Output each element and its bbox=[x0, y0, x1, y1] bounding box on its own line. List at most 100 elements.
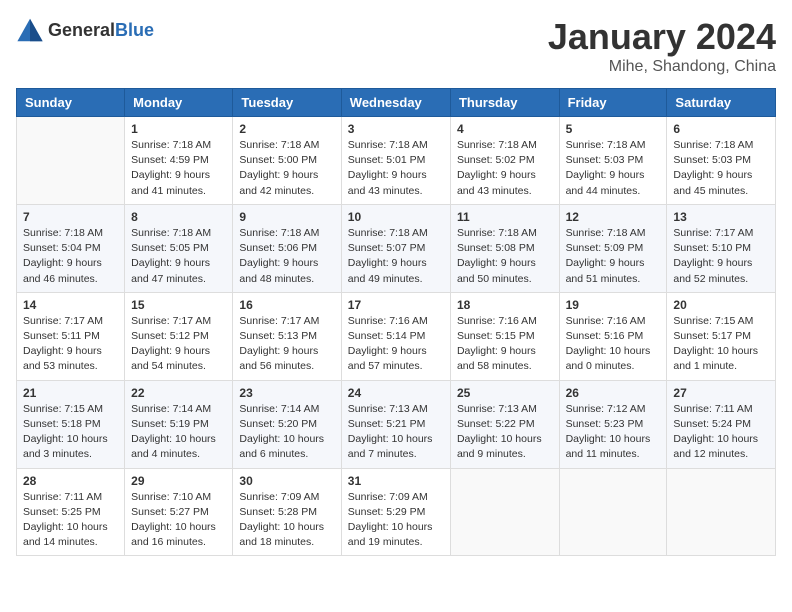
weekday-header-tuesday: Tuesday bbox=[233, 89, 341, 117]
day-info: Sunrise: 7:18 AM Sunset: 5:07 PM Dayligh… bbox=[348, 226, 444, 287]
day-number: 22 bbox=[131, 386, 226, 400]
calendar-cell: 10 Sunrise: 7:18 AM Sunset: 5:07 PM Dayli… bbox=[341, 204, 450, 292]
calendar-table: SundayMondayTuesdayWednesdayThursdayFrid… bbox=[16, 88, 776, 556]
page-header: GeneralBlue January 2024 Mihe, Shandong,… bbox=[16, 16, 776, 76]
day-info: Sunrise: 7:18 AM Sunset: 5:01 PM Dayligh… bbox=[348, 138, 444, 199]
day-number: 17 bbox=[348, 298, 444, 312]
weekday-header-wednesday: Wednesday bbox=[341, 89, 450, 117]
day-number: 10 bbox=[348, 210, 444, 224]
calendar-week-row: 1Sunrise: 7:18 AM Sunset: 4:59 PM Daylig… bbox=[17, 117, 776, 205]
day-info: Sunrise: 7:14 AM Sunset: 5:19 PM Dayligh… bbox=[131, 402, 226, 463]
calendar-cell: 20Sunrise: 7:15 AM Sunset: 5:17 PM Dayli… bbox=[667, 292, 776, 380]
day-info: Sunrise: 7:18 AM Sunset: 5:08 PM Dayligh… bbox=[457, 226, 553, 287]
title-block: January 2024 Mihe, Shandong, China bbox=[548, 16, 776, 76]
day-info: Sunrise: 7:18 AM Sunset: 5:03 PM Dayligh… bbox=[566, 138, 661, 199]
calendar-cell: 31Sunrise: 7:09 AM Sunset: 5:29 PM Dayli… bbox=[341, 468, 450, 556]
calendar-cell: 24Sunrise: 7:13 AM Sunset: 5:21 PM Dayli… bbox=[341, 380, 450, 468]
month-title: January 2024 bbox=[548, 16, 776, 58]
calendar-cell bbox=[450, 468, 559, 556]
calendar-cell: 23 Sunrise: 7:14 AM Sunset: 5:20 PM Dayli… bbox=[233, 380, 341, 468]
calendar-cell: 21 Sunrise: 7:15 AM Sunset: 5:18 PM Dayli… bbox=[17, 380, 125, 468]
calendar-cell: 7 Sunrise: 7:18 AM Sunset: 5:04 PM Daylig… bbox=[17, 204, 125, 292]
calendar-week-row: 28 Sunrise: 7:11 AM Sunset: 5:25 PM Dayli… bbox=[17, 468, 776, 556]
calendar-cell: 28 Sunrise: 7:11 AM Sunset: 5:25 PM Dayli… bbox=[17, 468, 125, 556]
day-info: Sunrise: 7:18 AM Sunset: 5:09 PM Dayligh… bbox=[566, 226, 661, 287]
calendar-cell: 13 Sunrise: 7:17 AM Sunset: 5:10 PM Dayli… bbox=[667, 204, 776, 292]
day-number: 6 bbox=[673, 122, 769, 136]
day-number: 18 bbox=[457, 298, 553, 312]
calendar-cell: 12 Sunrise: 7:18 AM Sunset: 5:09 PM Dayli… bbox=[559, 204, 667, 292]
calendar-cell: 29Sunrise: 7:10 AM Sunset: 5:27 PM Dayli… bbox=[125, 468, 233, 556]
day-info: Sunrise: 7:13 AM Sunset: 5:22 PM Dayligh… bbox=[457, 402, 553, 463]
day-info: Sunrise: 7:17 AM Sunset: 5:11 PM Dayligh… bbox=[23, 314, 118, 375]
calendar-week-row: 21 Sunrise: 7:15 AM Sunset: 5:18 PM Dayli… bbox=[17, 380, 776, 468]
day-number: 28 bbox=[23, 474, 118, 488]
day-info: Sunrise: 7:12 AM Sunset: 5:23 PM Dayligh… bbox=[566, 402, 661, 463]
logo-blue-text: Blue bbox=[115, 20, 154, 40]
day-info: Sunrise: 7:16 AM Sunset: 5:14 PM Dayligh… bbox=[348, 314, 444, 375]
day-number: 21 bbox=[23, 386, 118, 400]
weekday-header-friday: Friday bbox=[559, 89, 667, 117]
calendar-cell: 4 Sunrise: 7:18 AM Sunset: 5:02 PM Daylig… bbox=[450, 117, 559, 205]
calendar-header: SundayMondayTuesdayWednesdayThursdayFrid… bbox=[17, 89, 776, 117]
day-number: 31 bbox=[348, 474, 444, 488]
calendar-cell: 26 Sunrise: 7:12 AM Sunset: 5:23 PM Dayli… bbox=[559, 380, 667, 468]
calendar-cell: 2Sunrise: 7:18 AM Sunset: 5:00 PM Daylig… bbox=[233, 117, 341, 205]
day-number: 23 bbox=[239, 386, 334, 400]
day-number: 29 bbox=[131, 474, 226, 488]
day-info: Sunrise: 7:14 AM Sunset: 5:20 PM Dayligh… bbox=[239, 402, 334, 463]
calendar-cell: 9 Sunrise: 7:18 AM Sunset: 5:06 PM Daylig… bbox=[233, 204, 341, 292]
day-info: Sunrise: 7:18 AM Sunset: 5:04 PM Dayligh… bbox=[23, 226, 118, 287]
day-number: 26 bbox=[566, 386, 661, 400]
day-number: 3 bbox=[348, 122, 444, 136]
day-number: 7 bbox=[23, 210, 118, 224]
calendar-cell: 22 Sunrise: 7:14 AM Sunset: 5:19 PM Dayli… bbox=[125, 380, 233, 468]
day-info: Sunrise: 7:16 AM Sunset: 5:15 PM Dayligh… bbox=[457, 314, 553, 375]
day-number: 11 bbox=[457, 210, 553, 224]
calendar-cell: 27 Sunrise: 7:11 AM Sunset: 5:24 PM Dayli… bbox=[667, 380, 776, 468]
day-info: Sunrise: 7:16 AM Sunset: 5:16 PM Dayligh… bbox=[566, 314, 661, 375]
day-info: Sunrise: 7:11 AM Sunset: 5:25 PM Dayligh… bbox=[23, 490, 118, 551]
calendar-cell: 19 Sunrise: 7:16 AM Sunset: 5:16 PM Dayli… bbox=[559, 292, 667, 380]
logo-icon bbox=[16, 16, 44, 44]
calendar-cell: 6Sunrise: 7:18 AM Sunset: 5:03 PM Daylig… bbox=[667, 117, 776, 205]
calendar-cell: 30 Sunrise: 7:09 AM Sunset: 5:28 PM Dayli… bbox=[233, 468, 341, 556]
day-number: 27 bbox=[673, 386, 769, 400]
calendar-cell: 5Sunrise: 7:18 AM Sunset: 5:03 PM Daylig… bbox=[559, 117, 667, 205]
calendar-week-row: 14 Sunrise: 7:17 AM Sunset: 5:11 PM Dayli… bbox=[17, 292, 776, 380]
calendar-cell bbox=[17, 117, 125, 205]
day-info: Sunrise: 7:15 AM Sunset: 5:17 PM Dayligh… bbox=[673, 314, 769, 375]
calendar-week-row: 7 Sunrise: 7:18 AM Sunset: 5:04 PM Daylig… bbox=[17, 204, 776, 292]
day-info: Sunrise: 7:11 AM Sunset: 5:24 PM Dayligh… bbox=[673, 402, 769, 463]
logo: GeneralBlue bbox=[16, 16, 154, 44]
day-info: Sunrise: 7:17 AM Sunset: 5:10 PM Dayligh… bbox=[673, 226, 769, 287]
calendar-cell: 11 Sunrise: 7:18 AM Sunset: 5:08 PM Dayli… bbox=[450, 204, 559, 292]
day-info: Sunrise: 7:18 AM Sunset: 5:02 PM Dayligh… bbox=[457, 138, 553, 199]
day-number: 14 bbox=[23, 298, 118, 312]
day-number: 2 bbox=[239, 122, 334, 136]
day-number: 16 bbox=[239, 298, 334, 312]
day-info: Sunrise: 7:18 AM Sunset: 5:06 PM Dayligh… bbox=[239, 226, 334, 287]
day-info: Sunrise: 7:13 AM Sunset: 5:21 PM Dayligh… bbox=[348, 402, 444, 463]
day-number: 4 bbox=[457, 122, 553, 136]
logo-general-text: General bbox=[48, 20, 115, 40]
day-number: 30 bbox=[239, 474, 334, 488]
calendar-cell bbox=[559, 468, 667, 556]
day-info: Sunrise: 7:09 AM Sunset: 5:28 PM Dayligh… bbox=[239, 490, 334, 551]
location-title: Mihe, Shandong, China bbox=[548, 58, 776, 76]
calendar-cell: 25 Sunrise: 7:13 AM Sunset: 5:22 PM Dayli… bbox=[450, 380, 559, 468]
day-number: 12 bbox=[566, 210, 661, 224]
day-number: 13 bbox=[673, 210, 769, 224]
day-info: Sunrise: 7:18 AM Sunset: 4:59 PM Dayligh… bbox=[131, 138, 226, 199]
calendar-cell: 17 Sunrise: 7:16 AM Sunset: 5:14 PM Dayli… bbox=[341, 292, 450, 380]
day-number: 9 bbox=[239, 210, 334, 224]
day-number: 19 bbox=[566, 298, 661, 312]
day-info: Sunrise: 7:15 AM Sunset: 5:18 PM Dayligh… bbox=[23, 402, 118, 463]
day-number: 25 bbox=[457, 386, 553, 400]
weekday-header-thursday: Thursday bbox=[450, 89, 559, 117]
day-info: Sunrise: 7:17 AM Sunset: 5:13 PM Dayligh… bbox=[239, 314, 334, 375]
weekday-header-sunday: Sunday bbox=[17, 89, 125, 117]
day-number: 8 bbox=[131, 210, 226, 224]
day-info: Sunrise: 7:18 AM Sunset: 5:05 PM Dayligh… bbox=[131, 226, 226, 287]
calendar-cell bbox=[667, 468, 776, 556]
